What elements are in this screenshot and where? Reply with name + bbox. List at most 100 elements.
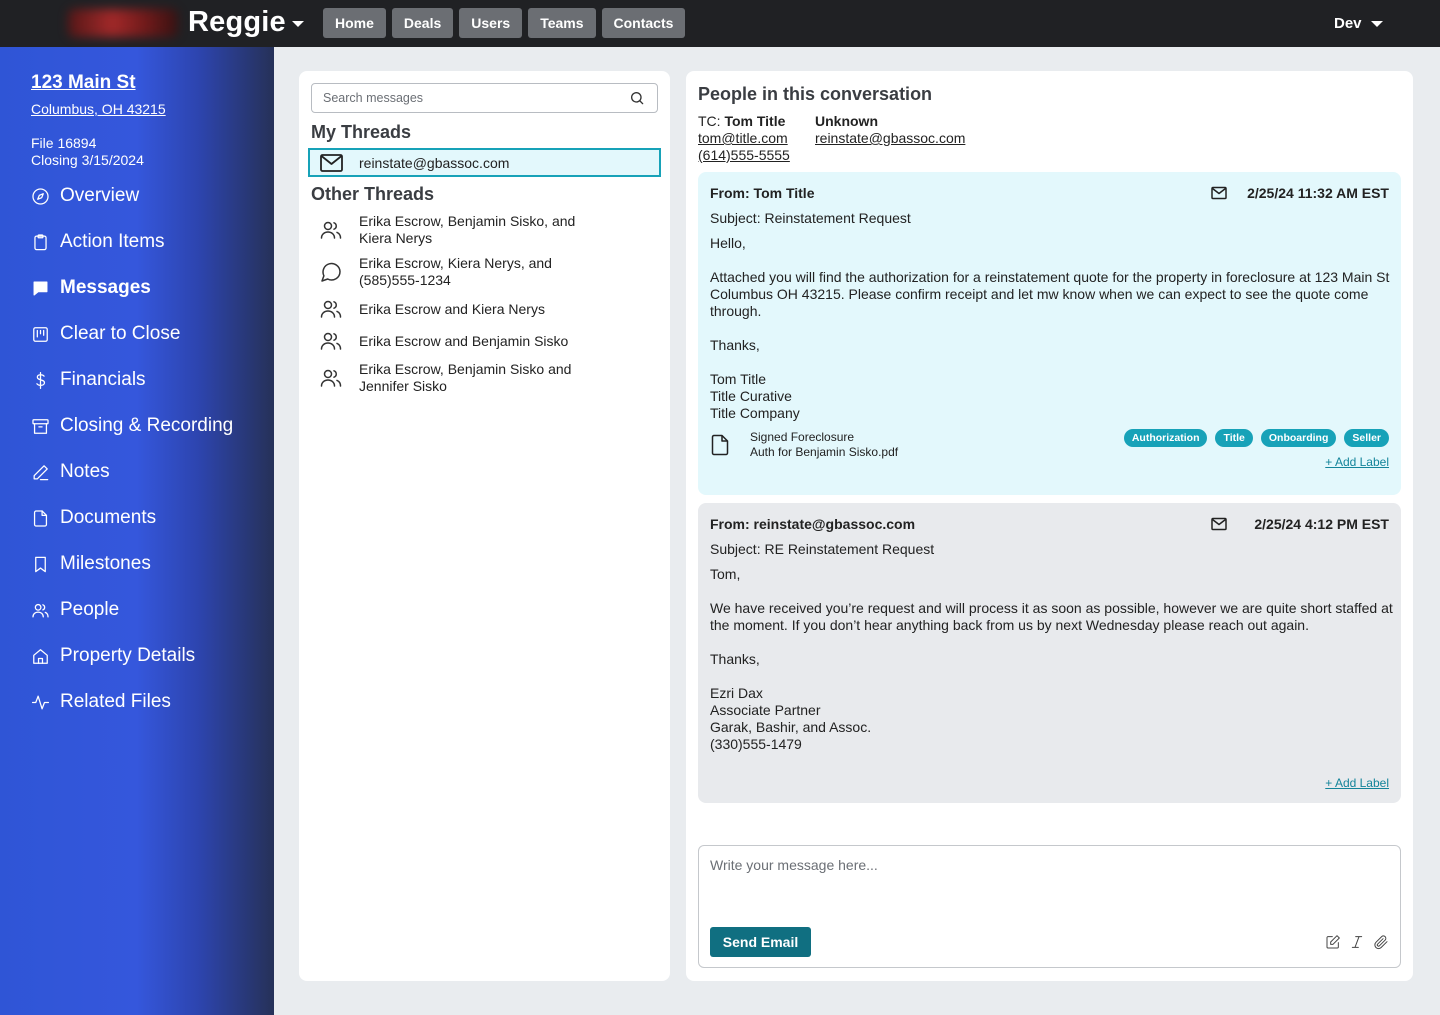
sidebar-item-notes[interactable]: Notes	[31, 459, 110, 485]
search-messages-input[interactable]	[311, 83, 658, 113]
message-line: We have received you’re request and will…	[710, 600, 1393, 633]
nav-deals-button[interactable]: Deals	[391, 8, 454, 38]
message-line: Hello,	[710, 235, 746, 251]
sidebar-item-label: Property Details	[60, 645, 196, 666]
user-caret-down-icon[interactable]	[1371, 21, 1383, 27]
search-icon[interactable]	[629, 90, 645, 106]
my-threads-heading: My Threads	[311, 122, 412, 142]
sidebar-item-closing-recording[interactable]: Closing & Recording	[31, 413, 233, 439]
italic-icon	[1351, 936, 1363, 948]
message-body: Hello, Attached you will find the author…	[710, 235, 1395, 422]
property-city-link[interactable]: Columbus, OH 43215	[31, 101, 166, 117]
italic-button[interactable]	[1349, 934, 1365, 950]
thread-item[interactable]: Erika Escrow and Kiera Nerys	[319, 297, 649, 321]
thread-item[interactable]: Erika Escrow, Benjamin Sisko, and Kiera …	[319, 213, 649, 247]
sidebar-item-related-files[interactable]: Related Files	[31, 689, 171, 715]
chat-bubble-icon	[33, 281, 48, 295]
label-tag[interactable]: Seller	[1344, 429, 1389, 447]
participant-email-link[interactable]: tom@title.com	[698, 130, 790, 147]
edit-square-icon	[1326, 935, 1340, 949]
message-line	[710, 634, 1395, 651]
message-from: From: reinstate@gbassoc.com	[710, 516, 916, 532]
participant-role: TC:	[698, 113, 721, 129]
pencil-icon	[33, 464, 49, 480]
label-tag[interactable]: Authorization	[1123, 429, 1208, 447]
add-label-link[interactable]: + Add Label	[1325, 455, 1389, 469]
sidebar-item-clear-to-close[interactable]: Clear to Close	[31, 321, 180, 347]
sidebar-item-label: Milestones	[60, 553, 151, 574]
participant-phone-link[interactable]: (614)555-5555	[698, 147, 790, 164]
attach-button[interactable]	[1373, 934, 1389, 950]
sidebar-item-milestones[interactable]: Milestones	[31, 551, 151, 577]
message-line: Tom Title	[710, 371, 767, 387]
message-composer: Send Email	[698, 845, 1401, 968]
dollar-icon	[36, 371, 46, 389]
message-line: (330)555-1479	[710, 736, 802, 752]
sidebar-item-label: People	[60, 599, 120, 620]
kanban-icon	[33, 326, 48, 342]
people-icon	[320, 221, 342, 239]
thread-label: Erika Escrow and Benjamin Sisko	[359, 332, 569, 349]
people-icon	[320, 332, 342, 350]
sidebar-item-property-details[interactable]: Property Details	[31, 643, 195, 669]
message-line	[710, 583, 1395, 600]
sidebar-item-label: Action Items	[60, 231, 165, 252]
message-line	[710, 320, 1395, 337]
chat-bubble-icon	[321, 262, 341, 282]
participant-card: Unknown reinstate@gbassoc.com	[815, 113, 965, 147]
nav-contacts-button[interactable]: Contacts	[601, 8, 686, 38]
people-icon	[320, 369, 342, 387]
sidebar-item-label: Overview	[60, 185, 140, 206]
file-number: File 16894	[31, 135, 97, 151]
thread-item[interactable]: Erika Escrow and Benjamin Sisko	[319, 329, 649, 353]
message-line: Thanks,	[710, 337, 760, 353]
attachment-link[interactable]: Signed Foreclosure Auth for Benjamin Sisk…	[710, 430, 898, 460]
paperclip-icon	[1374, 935, 1388, 950]
main-nav: Home Deals Users Teams Contacts	[323, 8, 686, 38]
participant-name: Unknown	[815, 113, 878, 129]
sidebar-item-overview[interactable]: Overview	[31, 183, 139, 209]
sidebar-item-financials[interactable]: Financials	[31, 367, 146, 393]
nav-teams-button[interactable]: Teams	[528, 8, 596, 38]
file-icon	[711, 434, 729, 456]
user-menu[interactable]: Dev	[1334, 15, 1362, 32]
sidebar-item-action-items[interactable]: Action Items	[31, 229, 165, 255]
sidebar-item-people[interactable]: People	[31, 597, 119, 623]
my-thread-item[interactable]: reinstate@gbassoc.com	[308, 148, 661, 177]
thread-label: reinstate@gbassoc.com	[359, 154, 510, 171]
message-line: Associate Partner	[710, 702, 821, 718]
compose-edit-button[interactable]	[1325, 934, 1341, 950]
property-address-link[interactable]: 123 Main St	[31, 72, 136, 94]
brand-caret-down-icon[interactable]	[292, 21, 304, 27]
sidebar-item-label: Messages	[60, 277, 151, 298]
archive-icon	[32, 418, 49, 434]
label-tag[interactable]: Title	[1215, 429, 1253, 447]
blurred-logo	[68, 9, 178, 37]
thread-label: Erika Escrow, Benjamin Sisko and Jennife…	[359, 361, 572, 394]
message-line	[710, 668, 1395, 685]
nav-users-button[interactable]: Users	[459, 8, 523, 38]
message-labels: Authorization Title Onboarding Seller	[1123, 429, 1389, 447]
brand-menu[interactable]: Reggie	[188, 6, 286, 39]
thread-item[interactable]: Erika Escrow, Kiera Nerys, and (585)555-…	[319, 255, 649, 289]
sidebar-item-label: Closing & Recording	[60, 415, 234, 436]
message-line: Attached you will find the authorization…	[710, 269, 1390, 319]
message-input[interactable]	[710, 857, 1390, 907]
message-line: Tom,	[710, 566, 741, 582]
send-email-button[interactable]: Send Email	[710, 927, 811, 957]
participant-email-link[interactable]: reinstate@gbassoc.com	[815, 130, 965, 147]
thread-item[interactable]: Erika Escrow, Benjamin Sisko and Jennife…	[319, 361, 649, 395]
home-icon	[33, 648, 48, 664]
message-card: From: Tom Title 2/25/24 11:32 AM EST Sub…	[698, 172, 1401, 495]
add-label-link[interactable]: + Add Label	[1325, 776, 1389, 790]
sidebar-item-documents[interactable]: Documents	[31, 505, 156, 531]
message-subject: Subject: RE Reinstatement Request	[710, 541, 935, 557]
other-threads-heading: Other Threads	[311, 184, 435, 204]
label-tag[interactable]: Onboarding	[1260, 429, 1337, 447]
message-line: Title Curative	[710, 388, 792, 404]
top-navbar: Reggie Home Deals Users Teams Contacts D…	[0, 0, 1440, 47]
message-date: 2/25/24 4:12 PM EST	[1254, 516, 1389, 532]
sidebar-item-messages[interactable]: Messages	[31, 275, 151, 301]
thread-label: Erika Escrow and Kiera Nerys	[359, 300, 545, 317]
nav-home-button[interactable]: Home	[323, 8, 386, 38]
